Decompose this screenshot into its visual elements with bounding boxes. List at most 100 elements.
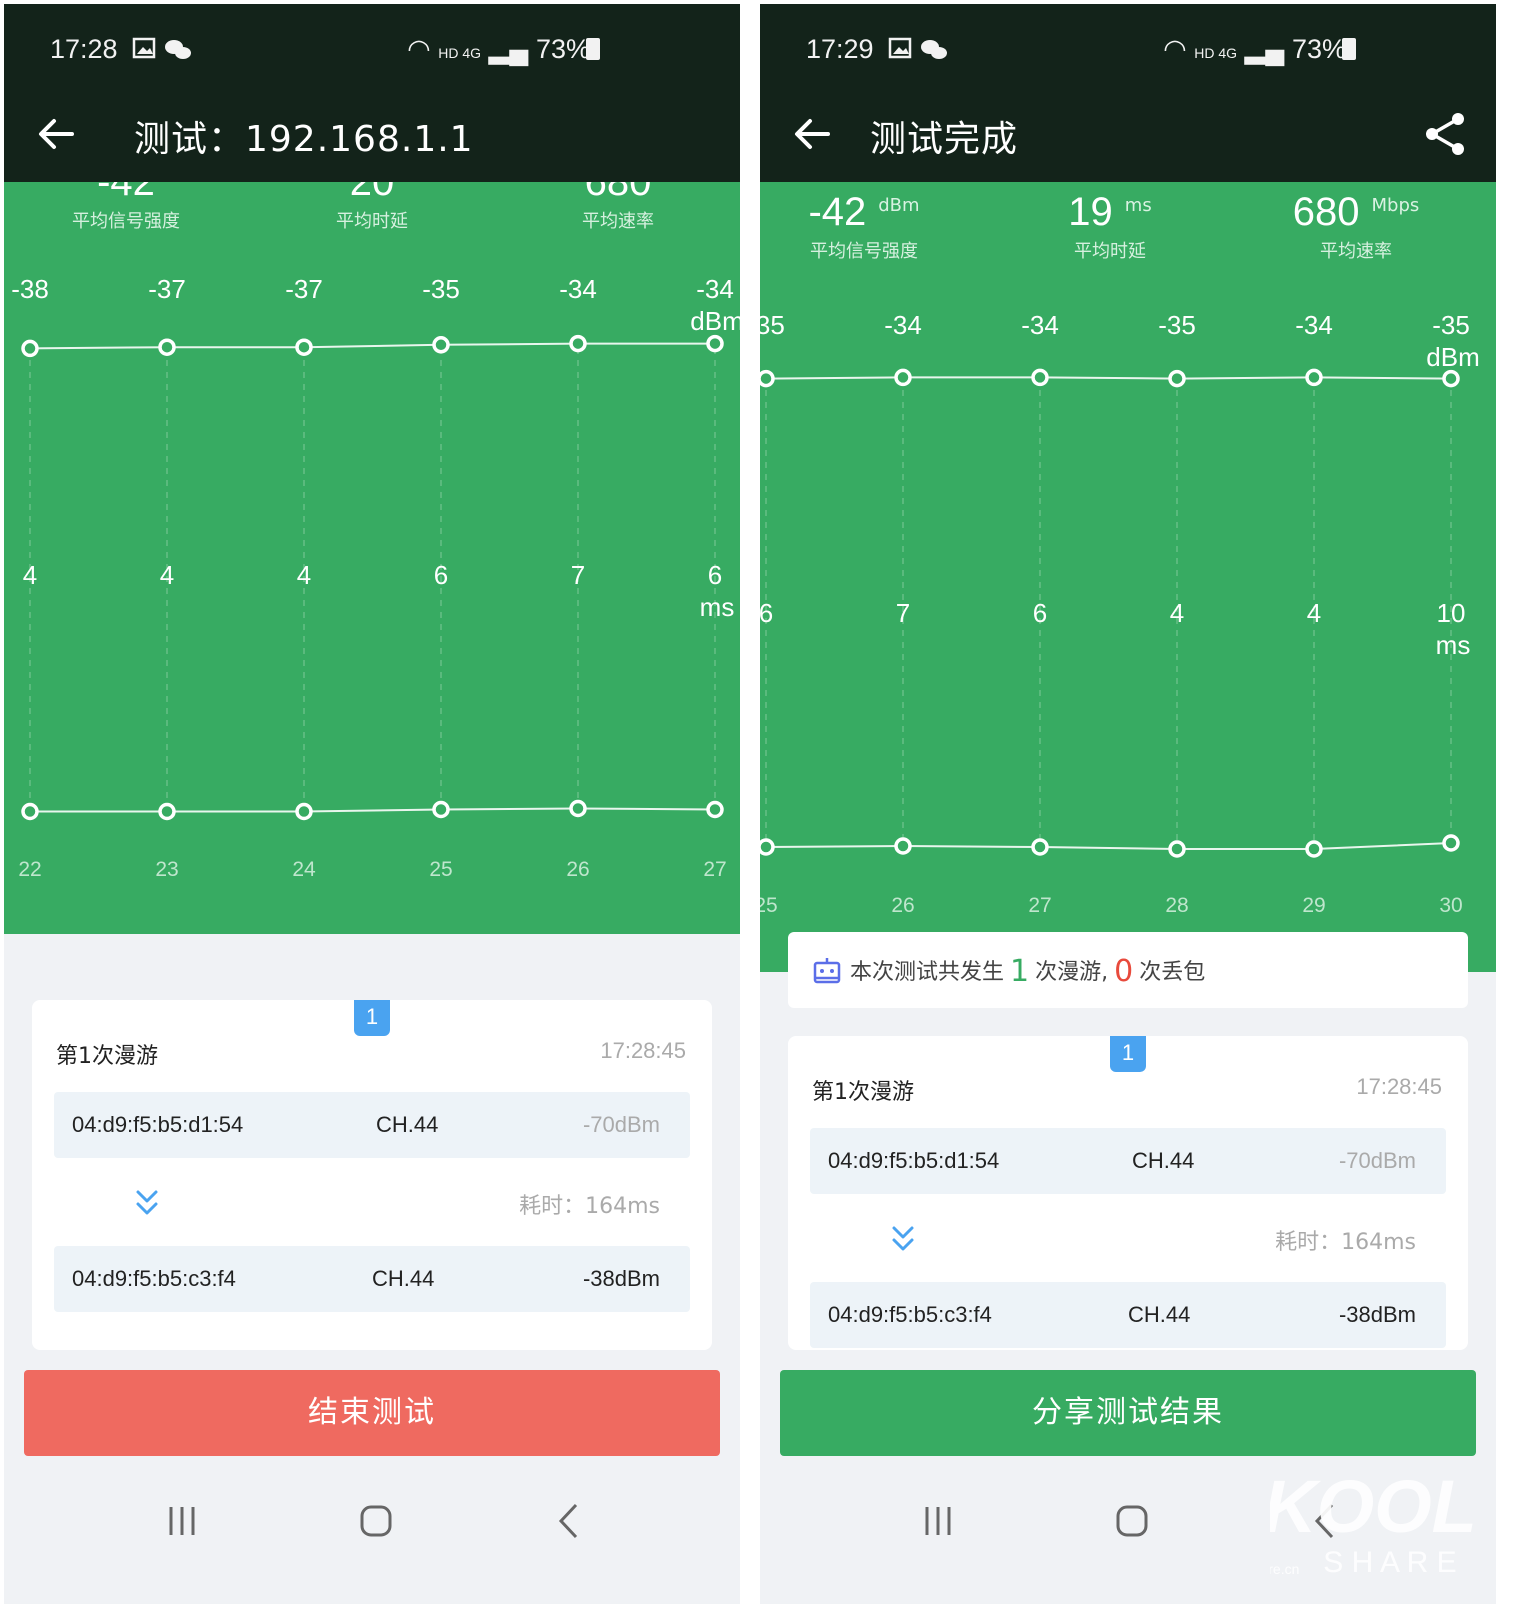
- loss-count: 0: [1114, 954, 1134, 989]
- results-panel: -42dBm 平均信号强度 19ms 平均时延 680Mbps 平均速率 -35…: [760, 182, 1496, 972]
- roam-index-badge: 1: [1110, 1036, 1146, 1072]
- recent-apps-icon[interactable]: [922, 1504, 954, 1538]
- signal-value-label: -38: [11, 274, 49, 304]
- roam-time: 17:28:45: [600, 1038, 686, 1063]
- roam-index-badge: 1: [354, 1000, 390, 1036]
- x-tick-label: 30: [1439, 894, 1462, 917]
- system-nav-bar: [4, 1478, 740, 1604]
- back-arrow-icon[interactable]: [790, 112, 834, 156]
- signal-series-line: [29, 342, 715, 350]
- signal-data-point: [1442, 369, 1460, 388]
- x-tick-label: 24: [292, 858, 316, 881]
- latency-value-label: 10: [1437, 598, 1466, 628]
- roam-summary-text: 本次测试共发生 1 次漫游, 0 次丢包: [850, 954, 1206, 989]
- signal-data-point: [1168, 369, 1186, 388]
- page-title: 测试：192.168.1.1: [134, 119, 474, 160]
- end-test-button[interactable]: 结束测试: [24, 1370, 720, 1456]
- ap-row-to: 04:d9:f5:b5:c3:f4 CH.44 -38dBm: [54, 1246, 690, 1312]
- share-results-button[interactable]: 分享测试结果: [780, 1370, 1476, 1456]
- ap-signal: -70dBm: [1338, 1148, 1416, 1173]
- battery-percent: 73%: [1291, 34, 1346, 64]
- ap-signal: -38dBm: [1338, 1302, 1416, 1327]
- x-tick-label: 27: [1028, 894, 1051, 917]
- signal-latency-chart: -38 -37 -37 -35 -34 -34dBm4 4 4 6 7 6ms22 23 24 25 26 2…: [11, 274, 740, 881]
- signal-value-label: -35: [1432, 310, 1470, 340]
- ap-row-to: 04:d9:f5:b5:c3:f4 CH.44 -38dBm: [810, 1282, 1446, 1348]
- ap-mac: 04:d9:f5:b5:d1:54: [72, 1112, 244, 1137]
- roam-duration: 耗时：164ms: [519, 1194, 660, 1219]
- signal-value-label: -34: [1021, 310, 1059, 340]
- latency-unit-label: ms: [1436, 630, 1471, 660]
- status-network: ◠ HD 4G ▂▄ 73%: [407, 34, 590, 64]
- notification-icons: [132, 37, 191, 59]
- signal-value-label: -34: [1295, 310, 1333, 340]
- latency-value-label: 4: [160, 560, 174, 590]
- ap-signal: -70dBm: [582, 1112, 660, 1137]
- latency-data-point: [760, 838, 775, 856]
- signal-data-point: [706, 334, 724, 353]
- latency-unit-label: ms: [700, 592, 735, 622]
- ap-mac: 04:d9:f5:b5:c3:f4: [72, 1266, 236, 1291]
- status-time: 17:29: [806, 34, 874, 64]
- nav-back-icon[interactable]: [556, 1502, 580, 1540]
- roam-duration: 耗时：164ms: [1275, 1230, 1416, 1255]
- roam-title: 第1次漫游: [812, 1080, 914, 1105]
- status-time: 17:28: [50, 34, 118, 64]
- ap-mac: 04:d9:f5:b5:c3:f4: [828, 1302, 992, 1327]
- latency-data-point: [894, 837, 912, 855]
- signal-data-point: [295, 338, 313, 356]
- latency-value-label: 7: [571, 560, 585, 590]
- signal-value-label: -35: [422, 274, 460, 304]
- signal-bars-icon: ▂▄: [1244, 34, 1285, 64]
- latency-value-label: 4: [1170, 598, 1184, 628]
- latency-data-point: [1305, 840, 1323, 858]
- x-tick-label: 26: [566, 858, 589, 881]
- battery-percent: 73%: [535, 34, 590, 64]
- share-icon[interactable]: [1422, 110, 1470, 158]
- latency-value-label: 6: [1033, 598, 1047, 628]
- latency-value-label: 4: [1307, 598, 1321, 628]
- x-tick-label: 25: [760, 894, 778, 917]
- signal-value-label: -34: [884, 310, 922, 340]
- latency-value-label: 4: [297, 560, 311, 590]
- x-tick-label: 28: [1165, 894, 1188, 917]
- ap-channel: CH.44: [376, 1112, 439, 1137]
- page-title: 测试完成: [870, 119, 1019, 160]
- signal-bars-icon: ▂▄: [488, 34, 529, 64]
- nav-back-icon[interactable]: [1312, 1502, 1336, 1540]
- x-tick-label: 25: [429, 858, 452, 881]
- signal-data-point: [569, 334, 587, 353]
- roam-title: 第1次漫游: [56, 1044, 158, 1069]
- status-bar: 17:28 ◠ HD 4G ▂▄ 73%: [4, 4, 740, 82]
- x-tick-label: 23: [155, 858, 178, 881]
- latency-data-point: [21, 802, 39, 821]
- signal-data-point: [894, 368, 912, 387]
- latency-value-label: 6: [760, 598, 773, 628]
- back-arrow-icon[interactable]: [34, 112, 78, 156]
- status-bar: 17:29 ◠ HD 4G ▂▄ 73%: [760, 4, 1496, 82]
- latency-value-label: 6: [708, 560, 722, 590]
- signal-unit-label: dBm: [1426, 342, 1479, 372]
- signal-unit-label: dBm: [690, 306, 740, 336]
- signal-series-line: [765, 376, 1452, 380]
- ap-signal: -38dBm: [582, 1266, 660, 1291]
- latency-data-point: [432, 800, 450, 819]
- latency-value-label: 4: [23, 560, 37, 590]
- app-bar: 测试：192.168.1.1: [4, 82, 740, 182]
- home-icon[interactable]: [359, 1504, 393, 1538]
- home-icon[interactable]: [1115, 1504, 1149, 1538]
- notification-icons: [888, 37, 947, 59]
- latency-data-point: [295, 802, 313, 821]
- signal-data-point: [1031, 368, 1049, 387]
- signal-data-point: [1305, 368, 1323, 387]
- roam-time: 17:28:45: [1356, 1074, 1442, 1099]
- battery-icon: [586, 38, 600, 60]
- signal-value-label: -37: [285, 274, 323, 304]
- recent-apps-icon[interactable]: [166, 1504, 198, 1538]
- double-chevron-down-icon: [892, 1226, 914, 1251]
- ap-row-from: 04:d9:f5:b5:d1:54 CH.44 -70dBm: [810, 1128, 1446, 1194]
- double-chevron-down-icon: [136, 1190, 158, 1215]
- roam-event-card: 1 第1次漫游 17:28:45 04:d9:f5:b5:d1:54 CH.44…: [788, 1036, 1468, 1350]
- ap-channel: CH.44: [1128, 1302, 1191, 1327]
- ap-channel: CH.44: [1132, 1148, 1195, 1173]
